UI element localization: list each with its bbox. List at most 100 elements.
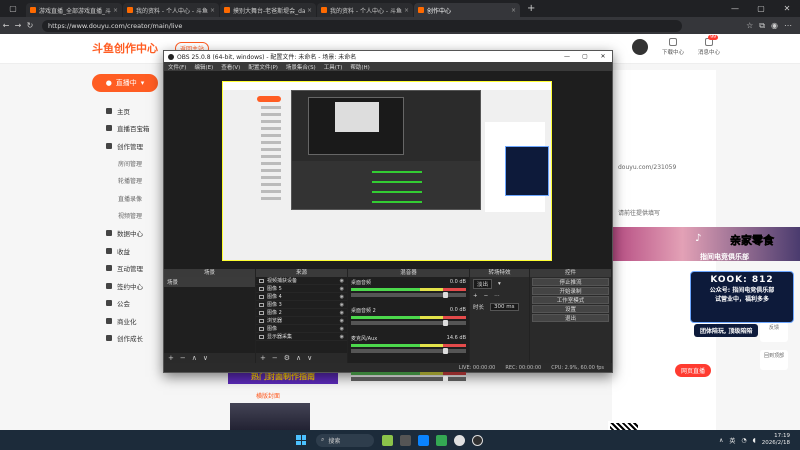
web-live-button[interactable]: 网页直播 bbox=[675, 364, 712, 377]
volume-slider[interactable] bbox=[351, 320, 466, 326]
minimize-icon[interactable]: — bbox=[722, 4, 748, 13]
sidebar-item[interactable]: 创作管理 bbox=[92, 137, 162, 155]
close-icon[interactable]: ✕ bbox=[774, 4, 800, 13]
down-icon[interactable]: ∨ bbox=[203, 354, 208, 362]
browser-menu-icon[interactable]: ▢ bbox=[0, 0, 26, 17]
more-icon[interactable]: ⋯ bbox=[494, 293, 500, 299]
message-center[interactable]: 99 消息中心 bbox=[698, 35, 720, 56]
close-tab-icon[interactable]: × bbox=[511, 7, 516, 14]
more-icon[interactable]: ⋯ bbox=[784, 21, 792, 31]
obs-control-button[interactable]: 退出 bbox=[532, 314, 609, 322]
transition-select[interactable]: 淡出 bbox=[473, 279, 493, 289]
sidebar-item[interactable]: 创作成长 bbox=[92, 330, 162, 348]
maximize-icon[interactable]: ▢ bbox=[748, 4, 774, 13]
obs-control-button[interactable]: 工作室模式 bbox=[532, 296, 609, 304]
visibility-icon[interactable]: ◉ bbox=[340, 294, 344, 300]
sidebar-item[interactable]: 收益 bbox=[92, 242, 162, 260]
obs-menu-item[interactable]: 编辑(E) bbox=[194, 63, 213, 71]
source-item[interactable]: 浏览器 ◉ bbox=[256, 317, 347, 325]
up-icon[interactable]: ∧ bbox=[296, 354, 301, 362]
obs-taskbar-icon[interactable] bbox=[472, 434, 483, 446]
remove-icon[interactable]: − bbox=[272, 354, 278, 362]
float-tool-top[interactable]: 回到顶部 bbox=[760, 350, 788, 370]
sidebar-item[interactable]: 直播录像 bbox=[92, 190, 162, 208]
up-icon[interactable]: ∧ bbox=[192, 354, 197, 362]
volume-slider[interactable] bbox=[351, 348, 466, 354]
browser-tab[interactable]: 摸别大舞台-老爸斯堤会_day川鹤山× bbox=[220, 3, 316, 17]
download-center[interactable]: 下载中心 bbox=[662, 38, 684, 56]
visibility-icon[interactable]: ◉ bbox=[340, 334, 344, 340]
obs-menu-item[interactable]: 配置文件(P) bbox=[248, 63, 278, 71]
sidebar-item[interactable]: 互动管理 bbox=[92, 260, 162, 278]
sidebar-item[interactable]: 房间管理 bbox=[92, 155, 162, 173]
live-status-button[interactable]: ● 直播中 ▾ bbox=[92, 74, 158, 92]
sidebar-item[interactable]: 视频管理 bbox=[92, 207, 162, 225]
source-item[interactable]: 显示器采集 ◉ bbox=[256, 333, 347, 341]
forward-icon[interactable]: → bbox=[12, 21, 24, 30]
minimize-icon[interactable]: — bbox=[558, 53, 576, 60]
source-item[interactable]: 图像 4 ◉ bbox=[256, 293, 347, 301]
sidebar-item[interactable]: 直播百宝箱 bbox=[92, 120, 162, 138]
visibility-icon[interactable]: ◉ bbox=[340, 326, 344, 332]
star-icon[interactable]: ☆ bbox=[746, 21, 753, 31]
sidebar-item[interactable]: 主页 bbox=[92, 102, 162, 120]
profile-icon[interactable]: ◉ bbox=[771, 21, 778, 31]
obs-menu-item[interactable]: 场景集合(S) bbox=[286, 63, 316, 71]
back-icon[interactable]: ← bbox=[0, 21, 12, 30]
close-tab-icon[interactable]: × bbox=[307, 7, 312, 14]
volume-slider[interactable] bbox=[351, 376, 466, 382]
visibility-icon[interactable]: ◉ bbox=[340, 310, 344, 316]
browser-tab[interactable]: 游戏直播_全部游戏直播_斗鱼直播× bbox=[26, 3, 122, 17]
volume-icon[interactable]: ◖ bbox=[753, 437, 756, 444]
source-item[interactable]: 图像 2 ◉ bbox=[256, 309, 347, 317]
reload-icon[interactable]: ↻ bbox=[24, 21, 36, 30]
close-icon[interactable]: ✕ bbox=[594, 53, 612, 60]
obs-preview[interactable] bbox=[164, 71, 612, 269]
add-icon[interactable]: + bbox=[473, 293, 478, 299]
volume-slider[interactable] bbox=[351, 292, 466, 298]
obs-control-button[interactable]: 开始录制 bbox=[532, 287, 609, 295]
chrome-icon[interactable] bbox=[454, 434, 465, 446]
source-item[interactable]: 图像 3 ◉ bbox=[256, 301, 347, 309]
close-tab-icon[interactable]: × bbox=[404, 7, 409, 14]
close-tab-icon[interactable]: × bbox=[113, 7, 118, 14]
visibility-icon[interactable]: ◉ bbox=[340, 286, 344, 292]
windows-start-icon[interactable] bbox=[296, 435, 306, 445]
maximize-icon[interactable]: ▢ bbox=[576, 53, 594, 60]
clock[interactable]: 17:19 2026/2/18 bbox=[762, 433, 790, 447]
sidebar-item[interactable]: 商业化 bbox=[92, 312, 162, 330]
close-tab-icon[interactable]: × bbox=[210, 7, 215, 14]
add-icon[interactable]: + bbox=[168, 354, 174, 362]
remove-icon[interactable]: − bbox=[180, 354, 186, 362]
visibility-icon[interactable]: ◉ bbox=[340, 278, 344, 284]
source-item[interactable]: 图像 ◉ bbox=[256, 325, 347, 333]
obs-control-button[interactable]: 设置 bbox=[532, 305, 609, 313]
app-icon-2[interactable] bbox=[400, 434, 411, 446]
obs-control-button[interactable]: 停止推流 bbox=[532, 278, 609, 286]
obs-menu-item[interactable]: 工具(T) bbox=[324, 63, 343, 71]
edge-icon[interactable] bbox=[418, 434, 429, 446]
url-field[interactable]: https://www.douyu.com/creator/main/live bbox=[42, 19, 682, 32]
browser-tab[interactable]: 我的资料 - 个人中心 - 斗鱼 × bbox=[123, 3, 219, 17]
obs-menu-item[interactable]: 帮助(H) bbox=[350, 63, 369, 71]
remove-icon[interactable]: − bbox=[484, 293, 489, 299]
source-item[interactable]: 视频捕获设备 ◉ bbox=[256, 277, 347, 285]
visibility-icon[interactable]: ◉ bbox=[340, 302, 344, 308]
browser-tab[interactable]: 我的资料 - 个人中心 - 斗鱼 × bbox=[317, 3, 413, 17]
tray-chevron-icon[interactable]: ∧ bbox=[719, 437, 723, 444]
visibility-icon[interactable]: ◉ bbox=[340, 318, 344, 324]
cover-thumbnail[interactable] bbox=[230, 403, 310, 430]
source-item[interactable]: 图像 5 ◉ bbox=[256, 285, 347, 293]
extensions-icon[interactable]: ⧉ bbox=[759, 21, 765, 31]
duration-field[interactable]: 300 ms bbox=[490, 303, 519, 311]
network-icon[interactable]: ◔ bbox=[741, 437, 746, 444]
sidebar-item[interactable]: 签约中心 bbox=[92, 277, 162, 295]
app-icon-3[interactable] bbox=[436, 434, 447, 446]
douyu-logo[interactable]: 斗鱼创作中心 bbox=[92, 40, 158, 56]
settings-icon[interactable]: ⚙ bbox=[284, 354, 290, 362]
add-icon[interactable]: + bbox=[260, 354, 266, 362]
down-icon[interactable]: ∨ bbox=[307, 354, 312, 362]
new-tab-button[interactable]: + bbox=[521, 3, 541, 14]
sidebar-item[interactable]: 轮播管理 bbox=[92, 172, 162, 190]
sidebar-item[interactable]: 数据中心 bbox=[92, 225, 162, 243]
